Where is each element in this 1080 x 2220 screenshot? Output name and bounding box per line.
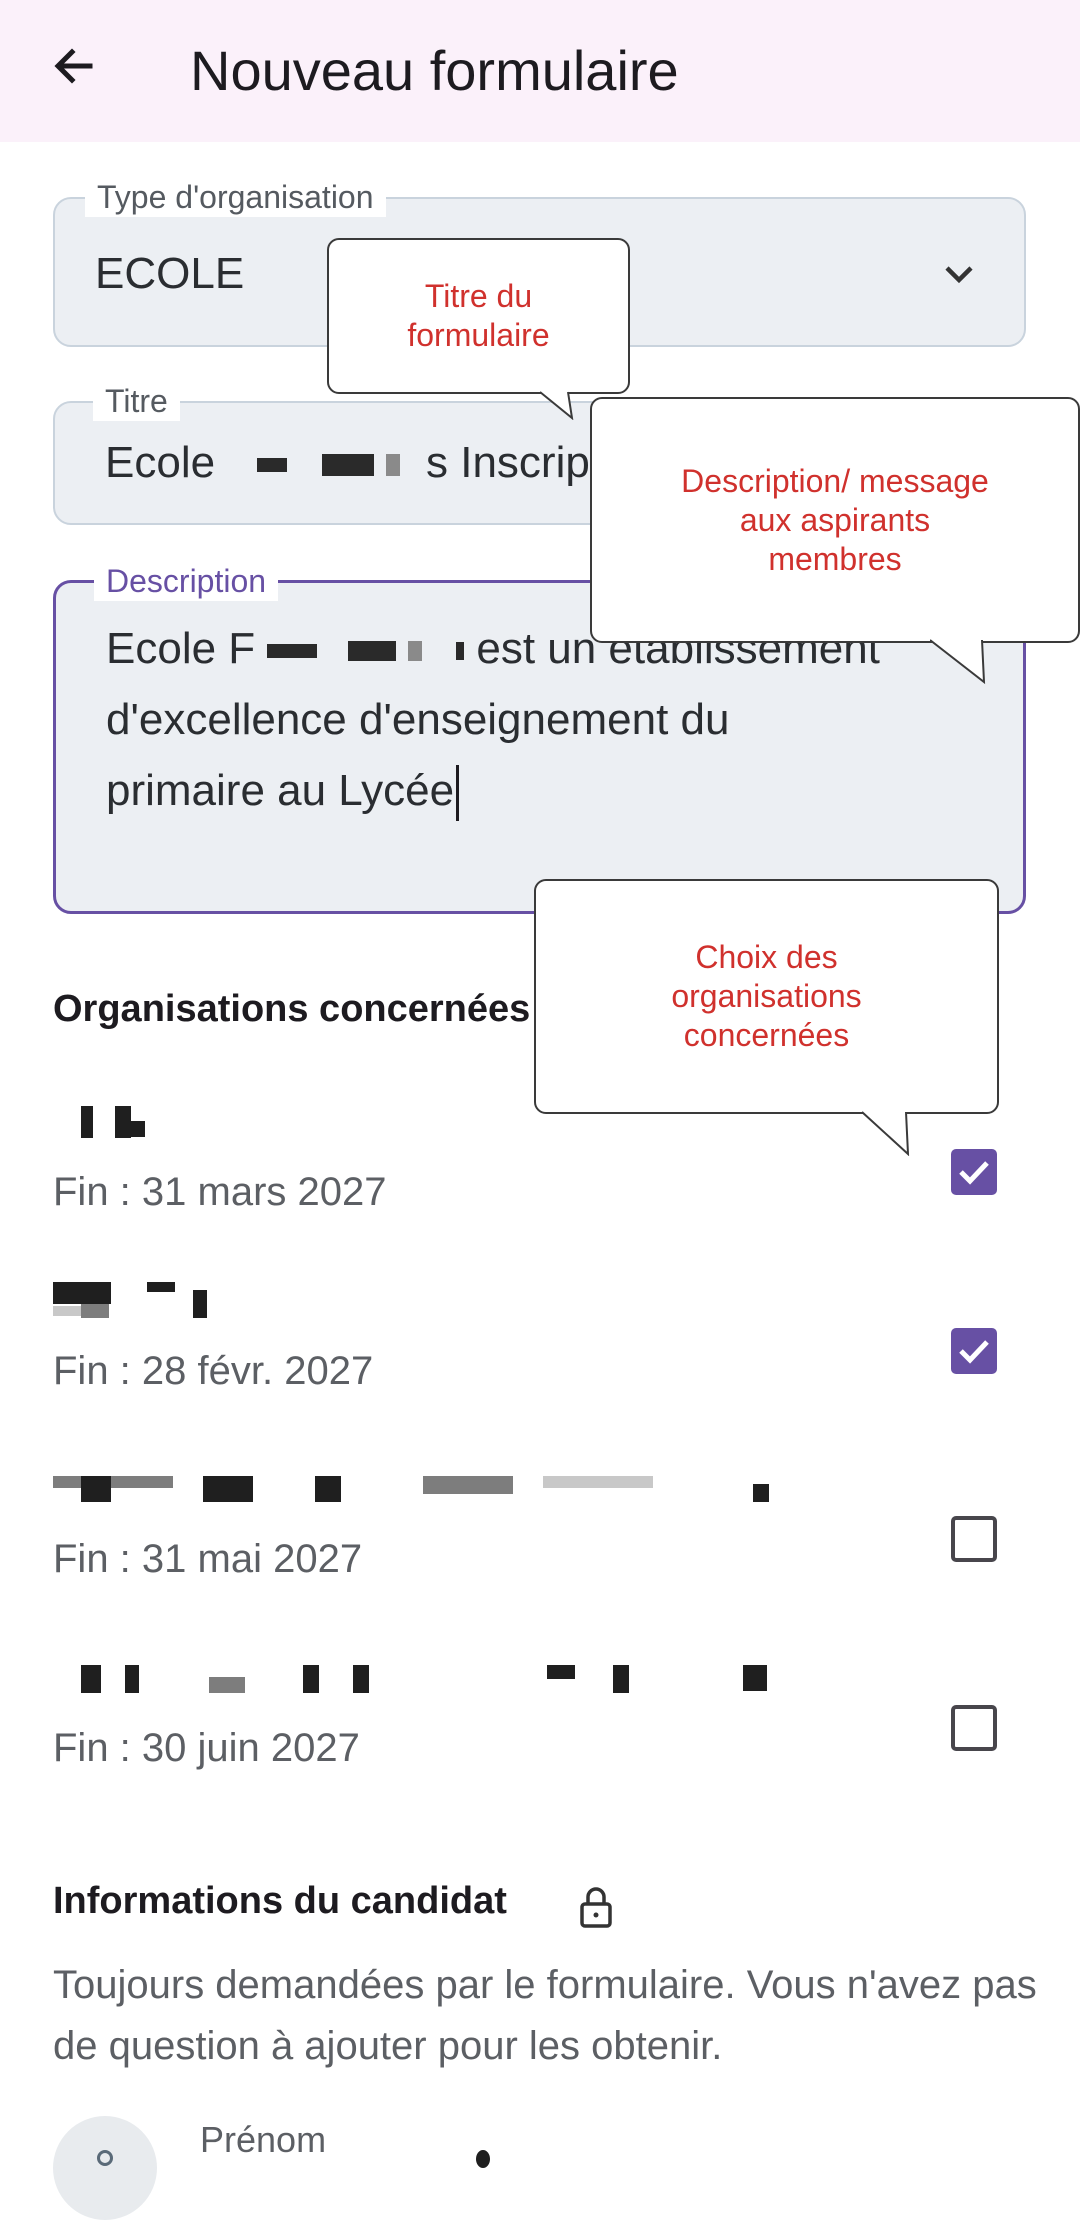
description-value: Ecole F est un établissement d'excellenc… (106, 613, 966, 826)
organisation-item[interactable]: Fin : 28 févr. 2027 (53, 1282, 1026, 1432)
annotation-title-callout: Titre du formulaire (327, 238, 630, 394)
annotation-organisations-text: Choix des organisations concernées (671, 939, 862, 1053)
app-bar: Nouveau formulaire (0, 0, 1080, 142)
text-cursor (456, 765, 460, 822)
back-button[interactable] (38, 30, 110, 102)
organisation-item[interactable]: Fin : 31 mai 2027 (53, 1470, 1026, 1620)
annotation-description-text: Description/ message aux aspirants membr… (681, 462, 989, 577)
chevron-down-icon (945, 266, 973, 284)
annotation-description-callout: Description/ message aux aspirants membr… (590, 397, 1080, 643)
organisation-end-date: Fin : 31 mai 2027 (53, 1537, 363, 1581)
organisation-item[interactable]: Fin : 30 juin 2027 (53, 1659, 1026, 1809)
organisation-end-date: Fin : 28 févr. 2027 (53, 1349, 374, 1393)
redacted-text (407, 641, 422, 662)
annotation-organisations-callout: Choix des organisations concernées (534, 879, 999, 1114)
callout-tail (861, 1111, 910, 1156)
callout-tail (540, 391, 574, 420)
description-line2: d'excellence d'enseignement du (106, 695, 730, 744)
annotation-title-text: Titre du formulaire (407, 278, 550, 353)
redacted-text (385, 454, 400, 477)
description-line1-start: Ecole F (106, 624, 256, 673)
organisation-end-date: Fin : 31 mars 2027 (53, 1170, 387, 1214)
check-icon (959, 1161, 989, 1185)
organisation-type-value: ECOLE (95, 249, 245, 298)
redacted-text (347, 641, 396, 662)
organisation-name-redacted (53, 1282, 813, 1332)
candidate-section-description: Toujours demandées par le formulaire. Vo… (53, 1963, 1037, 2068)
firstname-field-label: Prénom (200, 2119, 327, 2160)
organisation-type-label: Type d'organisation (85, 177, 386, 217)
organisation-checkbox[interactable] (951, 1149, 997, 1195)
organisation-end-date: Fin : 30 juin 2027 (53, 1726, 360, 1770)
candidate-section-title: Informations du candidat (53, 1880, 507, 1922)
title-value-start: Ecole (105, 438, 216, 487)
redacted-text (267, 644, 318, 659)
person-icon (53, 2116, 157, 2220)
description-line3: primaire au Lycée (106, 766, 455, 815)
organisation-checkbox[interactable] (951, 1516, 997, 1562)
title-value-end: s Inscrip (426, 438, 590, 487)
organisation-name-redacted (53, 1659, 813, 1709)
organisation-checkbox[interactable] (951, 1705, 997, 1751)
organisations-section-title: Organisations concernées (53, 988, 531, 1030)
redacted-text (321, 454, 374, 477)
lock-icon (580, 1887, 612, 1928)
arrow-left-icon (54, 48, 93, 84)
page-title: Nouveau formulaire (190, 39, 679, 102)
callout-tail (930, 639, 986, 685)
organisation-checkbox[interactable] (951, 1328, 997, 1374)
redacted-text (257, 458, 288, 473)
check-icon (959, 1340, 989, 1364)
title-value: Ecole s Inscrip (105, 437, 645, 489)
organisation-name-redacted (53, 1470, 813, 1520)
redacted-text (456, 642, 465, 661)
title-label: Titre (93, 381, 180, 421)
redacted-text (476, 2150, 490, 2168)
description-label: Description (94, 561, 279, 601)
